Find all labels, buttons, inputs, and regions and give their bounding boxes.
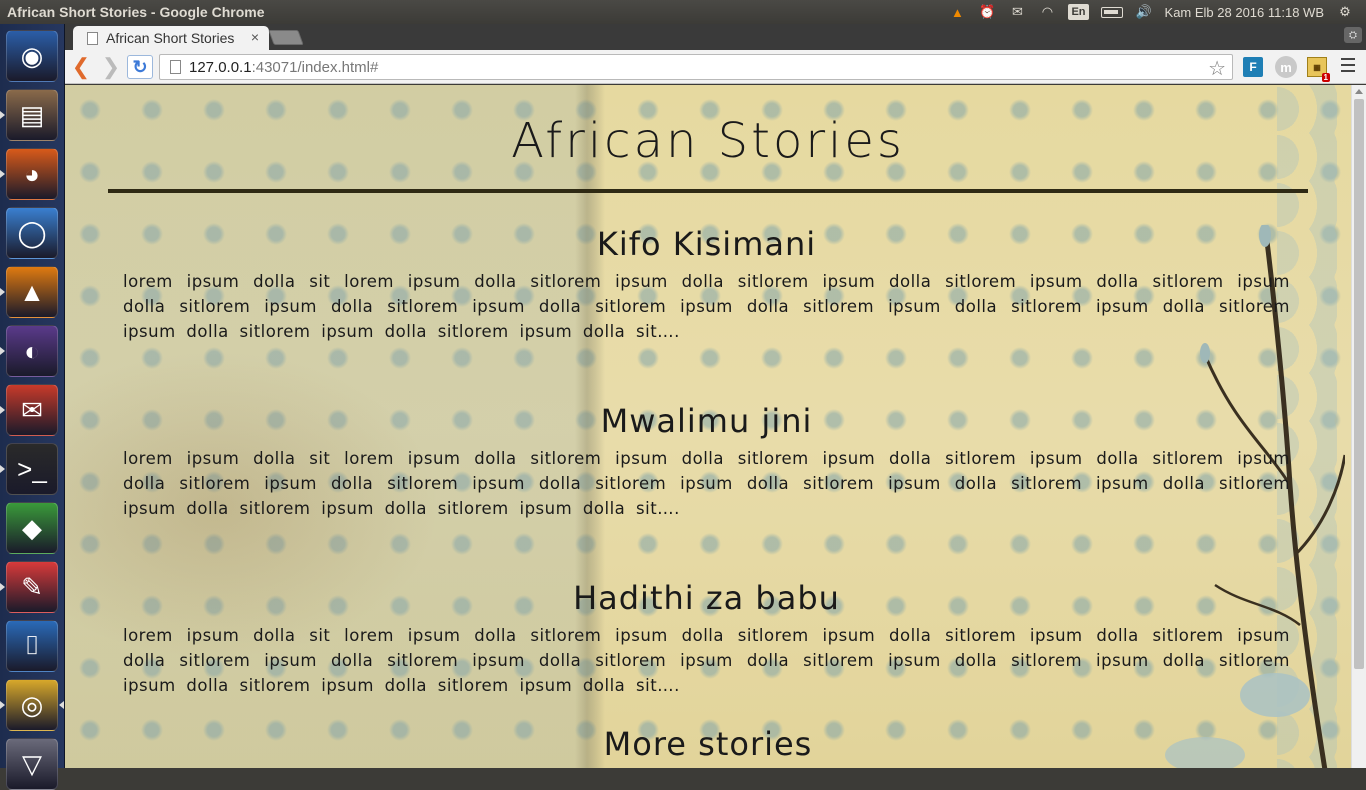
story-excerpt: lorem ipsum dolla sit lorem ipsum dolla … (123, 272, 1290, 341)
close-tab-icon[interactable]: × (251, 29, 259, 45)
story-excerpt: lorem ipsum dolla sit lorem ipsum dolla … (123, 626, 1290, 695)
reload-button[interactable]: ↻ (127, 55, 153, 79)
site-title: African Stories (511, 113, 905, 169)
running-indicator (0, 583, 5, 591)
url-host: 127.0.0.1 (189, 58, 252, 76)
story-1: Kifo Kisimani lorem ipsum dolla sit lore… (123, 225, 1290, 344)
window-title: African Short Stories - Google Chrome (7, 4, 265, 20)
story-heading[interactable]: Mwalimu jini (123, 402, 1290, 440)
pdf-reader-icon[interactable]: ✎ (6, 561, 58, 613)
browser-toolbar: ❮ ❯ ↻ 127.0.0.1 :43071/index.html# ☆ F m… (65, 50, 1366, 84)
profile-icon[interactable]: ⛭ (1344, 27, 1362, 43)
page-icon (170, 60, 181, 74)
trash-icon[interactable]: ▽ (6, 738, 58, 790)
story-2: Mwalimu jini lorem ipsum dolla sit lorem… (123, 402, 1290, 521)
focused-indicator (59, 701, 64, 709)
more-stories-link[interactable]: More stories (65, 725, 1351, 763)
terminal-icon[interactable]: >_ (6, 443, 58, 495)
title-divider (108, 189, 1308, 193)
running-indicator (0, 170, 5, 178)
forward-button[interactable]: ❯ (99, 54, 123, 79)
keyboard-language-indicator[interactable]: En (1068, 4, 1089, 20)
extension-badge: 1 (1321, 73, 1330, 82)
gear-icon[interactable]: ⚙ (1336, 3, 1354, 21)
story-heading[interactable]: Kifo Kisimani (123, 225, 1290, 263)
launcher: ◉ ▤ ◕ ◯ ▲ ◐ ✉ >_ ◆ ✎ ⌷ ◎ ▽ (0, 24, 65, 790)
story-heading[interactable]: Hadithi za babu (123, 579, 1290, 617)
extension-m-icon[interactable]: m (1275, 56, 1297, 78)
new-tab-button[interactable] (268, 30, 304, 45)
running-indicator (0, 701, 5, 709)
eclipse-icon[interactable]: ◐ (6, 325, 58, 377)
running-indicator (0, 111, 5, 119)
running-indicator (0, 347, 5, 355)
alarm-clock-icon[interactable]: ⏰ (978, 3, 996, 21)
firefox-icon[interactable]: ◕ (6, 148, 58, 200)
running-indicator (0, 465, 5, 473)
tab-strip: African Short Stories × ⛭ (65, 24, 1366, 50)
page-viewport: African Stories Kifo Kisimani lorem ipsu… (65, 85, 1351, 768)
top-panel: African Short Stories - Google Chrome ▲ … (0, 0, 1366, 24)
chrome-icon[interactable]: ◎ (6, 679, 58, 731)
vlc-tray-icon[interactable]: ▲ (948, 3, 966, 21)
back-button[interactable]: ❮ (69, 54, 93, 79)
extension-f-icon[interactable]: F (1243, 57, 1263, 77)
url-path: :43071/index.html# (251, 58, 379, 76)
clock[interactable]: Kam Elb 28 2016 11:18 WB (1165, 3, 1324, 21)
cube-app-icon[interactable]: ◆ (6, 502, 58, 554)
tab-title: African Short Stories (106, 30, 235, 46)
scrollbar-thumb[interactable] (1354, 99, 1364, 669)
bracket-app-icon[interactable]: ⌷ (6, 620, 58, 672)
story-3: Hadithi za babu lorem ipsum dolla sit lo… (123, 579, 1290, 698)
running-indicator (0, 406, 5, 414)
extension-notes-icon[interactable]: ▦ 1 (1307, 57, 1330, 82)
vlc-icon[interactable]: ▲ (6, 266, 58, 318)
battery-icon[interactable] (1100, 6, 1123, 18)
page-icon (87, 31, 98, 45)
mail-tray-icon[interactable]: ✉ (1008, 3, 1026, 21)
vertical-scrollbar[interactable] (1351, 85, 1366, 768)
thunderbird-icon[interactable]: ✉ (6, 384, 58, 436)
scroll-up-arrow[interactable] (1355, 89, 1363, 94)
address-bar[interactable]: 127.0.0.1 :43071/index.html# ☆ (159, 54, 1233, 80)
chromium-icon[interactable]: ◯ (6, 207, 58, 259)
bookmark-star-icon[interactable]: ☆ (1208, 56, 1226, 81)
volume-icon[interactable]: 🔊 (1135, 3, 1153, 21)
indicator-area: ▲ ⏰ ✉ ◠ En 🔊 Kam Elb 28 2016 11:18 WB ⚙ (948, 0, 1366, 24)
chrome-menu-button[interactable] (1341, 58, 1355, 72)
running-indicator (0, 288, 5, 296)
dash-home-icon[interactable]: ◉ (6, 30, 58, 82)
browser-window: African Short Stories × ⛭ ❮ ❯ ↻ 127.0.0.… (65, 24, 1366, 768)
files-icon[interactable]: ▤ (6, 89, 58, 141)
active-tab[interactable]: African Short Stories × (73, 26, 269, 50)
story-excerpt: lorem ipsum dolla sit lorem ipsum dolla … (123, 449, 1290, 518)
wifi-icon[interactable]: ◠ (1038, 3, 1056, 21)
